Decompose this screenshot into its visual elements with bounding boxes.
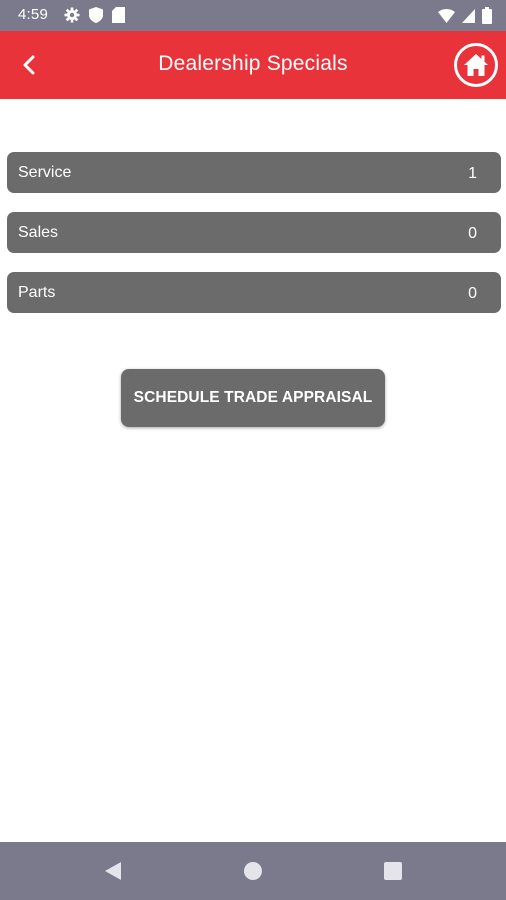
category-label: Sales [18,224,59,241]
home-button[interactable] [454,43,498,87]
battery-icon [482,7,492,24]
sim-card-icon [112,7,125,23]
signal-icon [462,8,475,23]
shield-icon [89,7,103,23]
status-icons-right [438,7,492,24]
app-bar: Dealership Specials [0,31,506,99]
wifi-icon [438,8,455,23]
status-time: 4:59 [18,6,48,23]
home-icon [464,54,488,76]
schedule-trade-appraisal-button[interactable]: SCHEDULE TRADE APPRAISAL [121,369,385,427]
status-bar: 4:59 [0,0,506,31]
category-count: 0 [468,285,477,302]
category-label: Service [18,164,72,181]
category-count: 0 [468,225,477,242]
status-icons-left [64,7,125,23]
category-label: Parts [18,284,56,301]
category-row-parts[interactable]: Parts 0 [7,272,501,313]
page-title: Dealership Specials [158,52,348,75]
category-count: 1 [468,165,477,182]
category-row-service[interactable]: Service 1 [7,152,501,193]
nav-recents-icon[interactable] [384,862,402,880]
nav-home-icon[interactable] [244,862,262,880]
system-navigation-bar [0,842,506,900]
nav-back-icon[interactable] [103,861,123,881]
category-row-sales[interactable]: Sales 0 [7,212,501,253]
settings-icon [64,7,80,23]
